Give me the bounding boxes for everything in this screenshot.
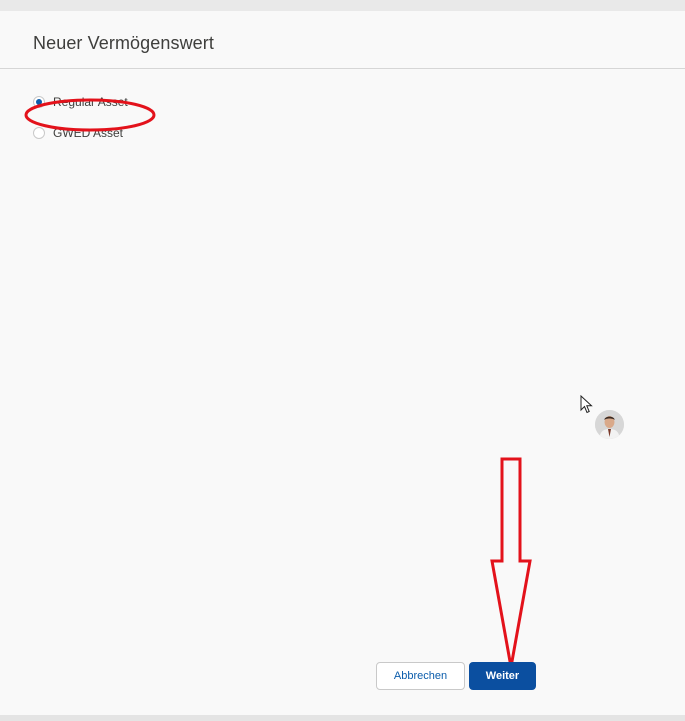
bottom-divider bbox=[0, 715, 685, 721]
radio-option-gwed-asset[interactable]: GWED Asset bbox=[33, 125, 128, 141]
annotation-arrow-down-icon bbox=[490, 457, 532, 668]
modal-title: Neuer Vermögenswert bbox=[33, 33, 214, 53]
radio-button-regular-asset[interactable] bbox=[33, 96, 45, 108]
avatar-photo-icon bbox=[595, 410, 624, 439]
mouse-pointer-icon bbox=[580, 395, 593, 414]
next-button[interactable]: Weiter bbox=[469, 662, 536, 690]
modal-header: Neuer Vermögenswert bbox=[0, 11, 685, 69]
radio-button-gwed-asset[interactable] bbox=[33, 127, 45, 139]
user-avatar[interactable] bbox=[595, 410, 624, 439]
radio-label-regular-asset: Regular Asset bbox=[53, 95, 128, 109]
new-asset-modal: Neuer Vermögenswert Regular Asset GWED A… bbox=[0, 11, 685, 716]
modal-footer: Abbrechen Weiter bbox=[0, 659, 685, 715]
radio-option-regular-asset[interactable]: Regular Asset bbox=[33, 94, 128, 110]
screen: Neuer Vermögenswert Regular Asset GWED A… bbox=[0, 0, 685, 721]
cancel-button[interactable]: Abbrechen bbox=[376, 662, 465, 690]
record-type-radio-group: Regular Asset GWED Asset bbox=[33, 94, 128, 156]
radio-label-gwed-asset: GWED Asset bbox=[53, 126, 124, 140]
